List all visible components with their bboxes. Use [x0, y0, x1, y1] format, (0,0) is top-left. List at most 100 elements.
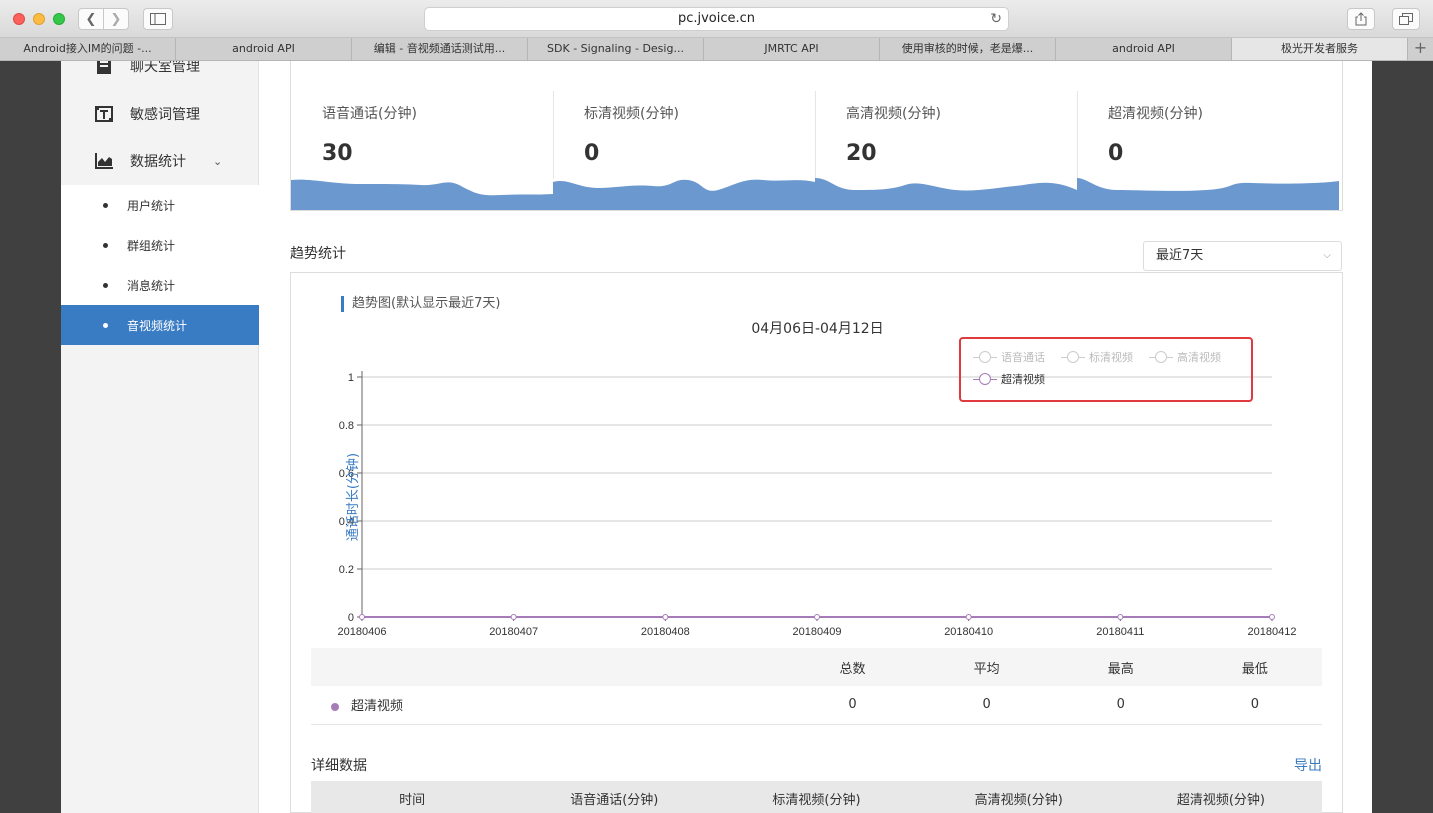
sidebar-item-label: 数据统计	[130, 154, 186, 170]
sidebar-subitem-message-stats[interactable]: 消息统计	[61, 265, 259, 305]
bullet-icon	[103, 322, 108, 328]
new-tab-button[interactable]: +	[1408, 38, 1433, 60]
sidebar-toggle-button[interactable]	[143, 8, 173, 30]
series-name: 超清视频	[351, 699, 404, 715]
stat-card-voice: 语音通话(分钟) 30	[291, 61, 553, 210]
page-content: 聊天室管理 敏感词管理 数据统计 ⌄ 用户统计 群组统计 消息统计 音视频统计 …	[61, 61, 1372, 813]
url-text: pc.jvoice.cn	[677, 11, 756, 26]
summary-cards: 语音通话(分钟) 30 标清视频(分钟) 0 高清视频(分钟) 20 超清视频(…	[290, 61, 1343, 211]
browser-tab[interactable]: android API	[1056, 38, 1232, 60]
table-header: 最低	[1187, 648, 1322, 686]
bullet-icon	[103, 202, 108, 208]
x-tick-label: 20180409	[793, 626, 842, 638]
data-point	[510, 614, 517, 620]
trend-line-chart: 00.20.40.60.8120180406 20180407 20180408 20…	[338, 371, 1296, 638]
chevron-down-icon: ⌵	[1323, 250, 1331, 261]
bullet-icon	[103, 282, 108, 288]
sparkline	[291, 179, 553, 210]
card-value: 0	[1108, 141, 1124, 166]
tab-overview-icon	[1399, 13, 1413, 25]
card-label: 超清视频(分钟)	[1108, 106, 1203, 122]
tab-bar: Android接入IM的问题 -... android API 编辑 - 音视频…	[0, 38, 1433, 61]
min-cell: 0	[1187, 686, 1322, 725]
sparkline	[553, 179, 815, 210]
details-table-header: 时间 语音通话(分钟) 标清视频(分钟) 高清视频(分钟) 超清视频(分钟)	[311, 781, 1322, 813]
series-dot-icon	[331, 702, 339, 711]
y-axis-label: 通话时长(分钟)	[345, 453, 361, 541]
browser-tab[interactable]: JMRTC API	[704, 38, 880, 60]
legend-marker-icon	[1061, 351, 1085, 363]
table-header: 总数	[785, 648, 920, 686]
sidebar-subitem-user-stats[interactable]: 用户统计	[61, 185, 259, 225]
legend-item-voice[interactable]: 语音通话	[973, 349, 1045, 365]
date-range-value: 最近7天	[1156, 248, 1204, 263]
card-value: 0	[584, 141, 600, 166]
legend-marker-icon	[1149, 351, 1173, 363]
avg-cell: 0	[919, 686, 1054, 725]
browser-tab[interactable]: Android接入IM的问题 -...	[0, 38, 176, 60]
sparkline	[1077, 178, 1339, 210]
subitem-label: 用户统计	[127, 198, 176, 213]
data-point	[1117, 614, 1124, 620]
legend-marker-icon	[973, 373, 997, 385]
card-label: 标清视频(分钟)	[584, 106, 679, 122]
close-window-button[interactable]	[13, 13, 25, 25]
zoom-window-button[interactable]	[53, 13, 65, 25]
statistics-submenu: 用户统计 群组统计 消息统计 音视频统计	[61, 185, 259, 345]
sensitive-words-icon	[95, 106, 113, 122]
browser-tab[interactable]: android API	[176, 38, 352, 60]
minimize-window-button[interactable]	[33, 13, 45, 25]
browser-tab[interactable]: SDK - Signaling - Desig...	[528, 38, 704, 60]
chatroom-icon	[97, 61, 111, 74]
forward-button[interactable]: ❯	[103, 8, 129, 30]
address-bar[interactable]: pc.jvoice.cn ↻	[424, 7, 1009, 31]
reload-icon[interactable]: ↻	[990, 8, 1002, 30]
total-cell: 0	[785, 686, 920, 725]
chevron-right-icon: ❯	[110, 11, 122, 27]
legend-item-uhd-video[interactable]: 超清视频	[973, 371, 1045, 387]
sidebar: 聊天室管理 敏感词管理 数据统计 ⌄ 用户统计 群组统计 消息统计 音视频统计	[61, 61, 259, 813]
table-header: 最高	[1053, 648, 1188, 686]
sidebar-item-label: 聊天室管理	[130, 61, 200, 75]
legend-label: 标清视频	[1089, 351, 1133, 364]
stat-card-hd-video: 高清视频(分钟) 20	[815, 61, 1077, 210]
browser-tab-active[interactable]: 极光开发者服务	[1232, 38, 1408, 60]
legend-item-sd-video[interactable]: 标清视频	[1061, 349, 1133, 365]
date-range-select[interactable]: 最近7天 ⌵	[1143, 241, 1342, 271]
trend-section-title: 趋势统计	[290, 246, 346, 262]
x-tick-label: 20180408	[641, 626, 690, 638]
y-tick-label: 0	[348, 612, 354, 624]
sidebar-item-sensitive-words[interactable]: 敏感词管理	[61, 92, 259, 136]
details-title: 详细数据	[311, 758, 367, 774]
y-tick-label: 1	[348, 372, 354, 384]
sidebar-item-statistics[interactable]: 数据统计 ⌄	[61, 139, 259, 183]
table-header	[311, 648, 786, 686]
sidebar-item-chatroom[interactable]: 聊天室管理	[61, 61, 259, 88]
card-value: 20	[846, 141, 877, 166]
chevron-down-icon: ⌄	[213, 154, 223, 168]
back-button[interactable]: ❮	[78, 8, 104, 30]
share-button[interactable]	[1347, 8, 1375, 30]
legend-item-hd-video[interactable]: 高清视频	[1149, 349, 1221, 365]
chart-legend: 语音通话 标清视频 高清视频 超清视频	[959, 337, 1253, 402]
sidebar-item-label: 敏感词管理	[130, 107, 200, 123]
export-link[interactable]: 导出	[1294, 755, 1322, 775]
browser-tab[interactable]: 使用审核的时候，老是爆...	[880, 38, 1056, 60]
table-header: 高清视频(分钟)	[974, 793, 1063, 808]
legend-marker-icon	[973, 351, 997, 363]
y-tick-label: 0.2	[339, 564, 354, 576]
sparkline	[815, 178, 1077, 210]
card-label: 高清视频(分钟)	[846, 106, 941, 122]
data-point	[662, 614, 669, 620]
tab-overview-button[interactable]	[1392, 8, 1420, 30]
table-row: 超清视频 0 0 0 0	[311, 686, 1322, 725]
card-label: 语音通话(分钟)	[322, 106, 417, 122]
window-titlebar: ❮ ❯ pc.jvoice.cn ↻	[0, 0, 1433, 38]
sidebar-subitem-group-stats[interactable]: 群组统计	[61, 225, 259, 265]
stat-card-sd-video: 标清视频(分钟) 0	[553, 61, 815, 210]
table-header: 平均	[919, 648, 1054, 686]
table-header: 时间	[399, 793, 426, 808]
browser-tab[interactable]: 编辑 - 音视频通话测试用...	[352, 38, 528, 60]
sidebar-subitem-av-stats[interactable]: 音视频统计	[61, 305, 259, 345]
table-header: 标清视频(分钟)	[772, 793, 861, 808]
